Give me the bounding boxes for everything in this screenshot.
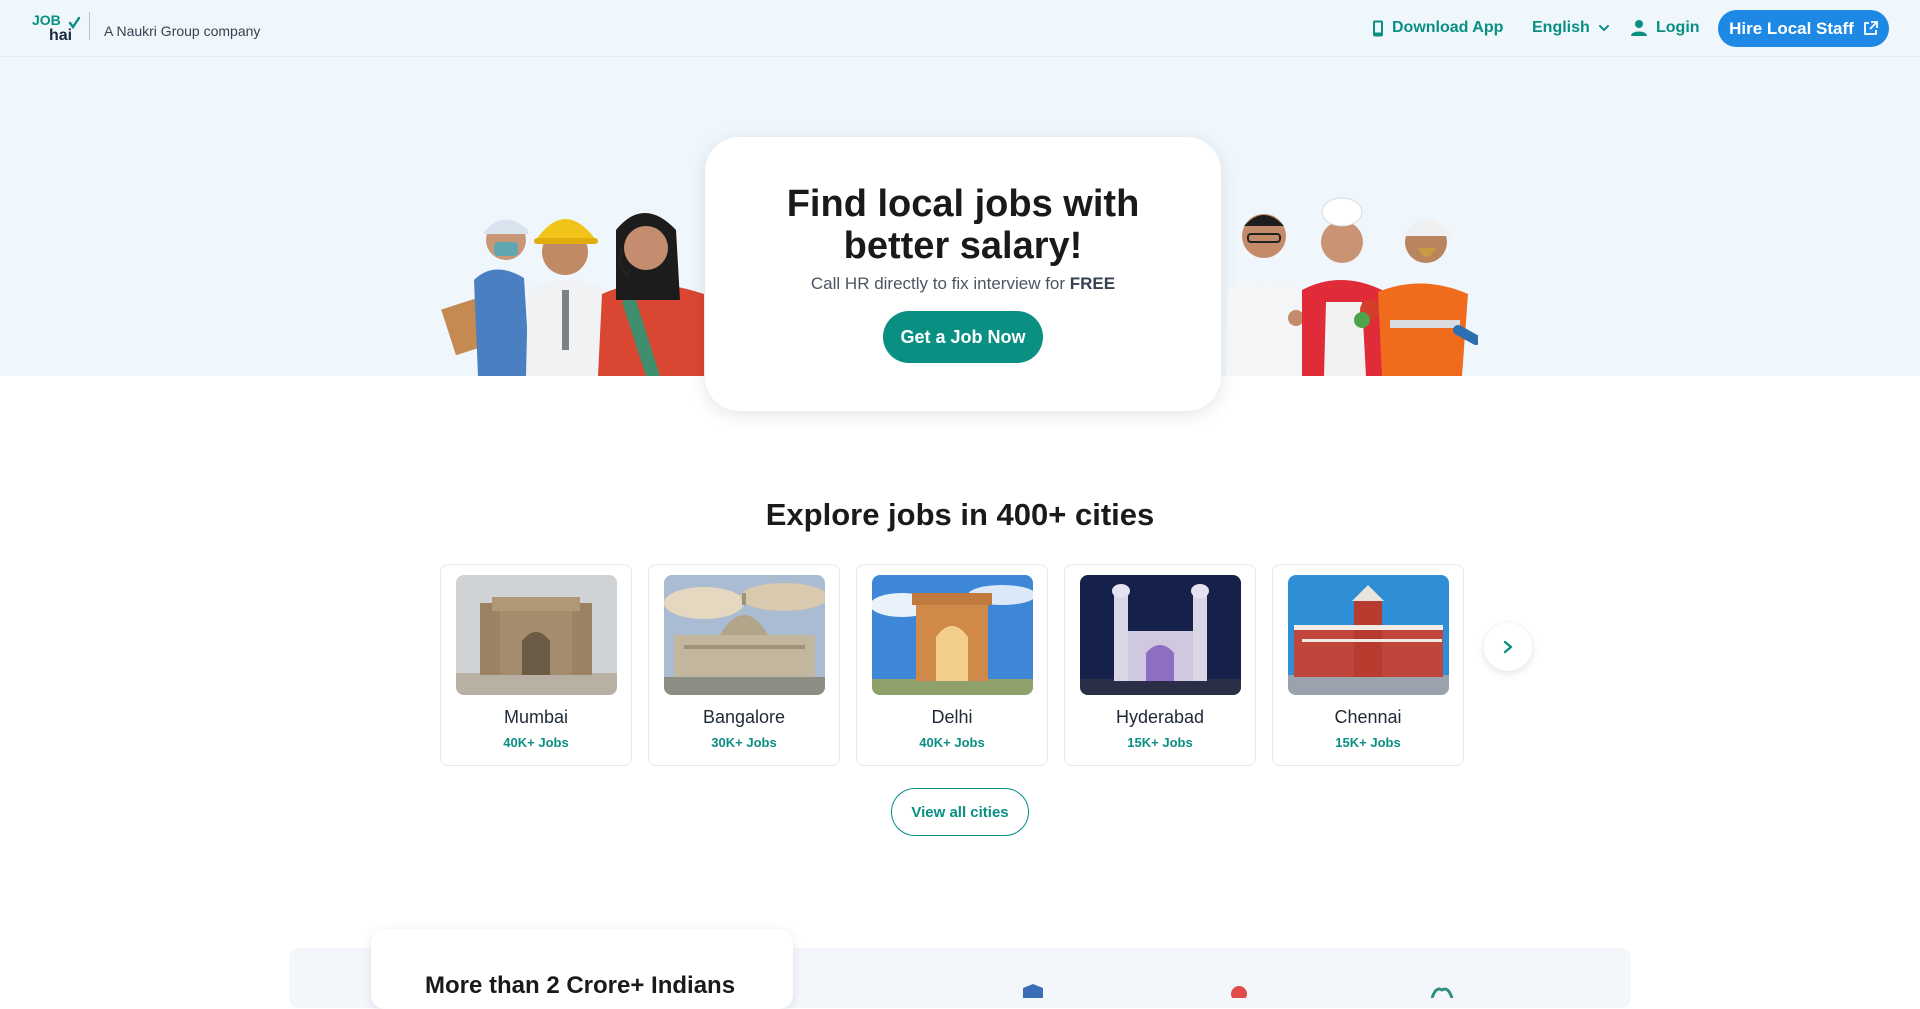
hire-local-staff-button[interactable]: Hire Local Staff — [1718, 10, 1889, 47]
city-name: Bangalore — [702, 707, 786, 727]
hero-subtitle: Call HR directly to fix interview for FR… — [705, 274, 1221, 294]
city-name: Hyderabad — [1115, 707, 1205, 727]
location-pin-icon — [1231, 986, 1247, 998]
hero-title-line-1: Find local jobs with — [786, 183, 1140, 225]
user-icon — [1631, 20, 1647, 36]
hero-card: Find local jobs with better salary! Call… — [705, 137, 1221, 411]
city-card-hyderabad[interactable]: Hyderabad 15K+ Jobs — [1064, 564, 1256, 766]
handshake-icon — [1430, 987, 1454, 998]
download-app-link[interactable]: Download App — [1372, 19, 1503, 37]
download-app-label: Download App — [1392, 19, 1504, 36]
get-a-job-now-button[interactable]: Get a Job Now — [883, 311, 1043, 363]
city-image-mumbai — [456, 575, 617, 695]
hero-subtitle-emphasis: FREE — [1069, 274, 1116, 293]
explore-cities-title: Explore jobs in 400+ cities — [765, 497, 1155, 532]
language-label: English — [1532, 19, 1590, 36]
login-label: Login — [1656, 19, 1700, 36]
city-jobs-count: 15K+ Jobs — [1335, 735, 1401, 750]
company-tagline: A Naukri Group company — [104, 23, 261, 39]
stats-title: More than 2 Crore+ Indians — [425, 972, 736, 999]
jobhai-logo[interactable]: JOB hai — [32, 11, 82, 43]
hire-button-label: Hire Local Staff — [1729, 18, 1854, 38]
city-image-delhi — [872, 575, 1033, 695]
city-card-mumbai[interactable]: Mumbai 40K+ Jobs — [440, 564, 632, 766]
stats-card: More than 2 Crore+ Indians — [371, 929, 793, 1009]
hero-title: Find local jobs with better salary! — [705, 183, 1221, 267]
view-all-cities-button[interactable]: View all cities — [891, 788, 1029, 836]
logo-text-hai: hai — [49, 27, 72, 43]
chevron-down-icon — [1598, 25, 1609, 32]
city-card-chennai[interactable]: Chennai 15K+ Jobs — [1272, 564, 1464, 766]
chevron-right-icon — [1503, 640, 1513, 654]
city-card-bangalore[interactable]: Bangalore 30K+ Jobs — [648, 564, 840, 766]
city-name: Delhi — [931, 707, 973, 727]
city-image-chennai — [1288, 575, 1449, 695]
cities-next-button[interactable] — [1484, 623, 1532, 671]
city-name: Mumbai — [503, 707, 569, 727]
hero-subtitle-text: Call HR directly to fix interview for — [810, 274, 1070, 293]
city-jobs-count: 40K+ Jobs — [503, 735, 569, 750]
city-image-hyderabad — [1080, 575, 1241, 695]
workers-illustration-right — [1226, 197, 1478, 376]
city-jobs-count: 30K+ Jobs — [711, 735, 777, 750]
hero-title-line-2: better salary! — [843, 225, 1083, 267]
city-jobs-count: 40K+ Jobs — [919, 735, 985, 750]
login-link[interactable]: Login — [1630, 19, 1700, 37]
top-header: JOB hai A Naukri Group company Download … — [0, 0, 1920, 57]
city-name: Chennai — [1334, 707, 1402, 727]
phone-icon — [1373, 20, 1383, 36]
workers-illustration-left — [441, 213, 704, 376]
shield-icon — [1023, 984, 1043, 998]
logo-divider — [89, 12, 90, 40]
city-card-delhi[interactable]: Delhi 40K+ Jobs — [856, 564, 1048, 766]
external-link-icon — [1863, 21, 1878, 35]
city-jobs-count: 15K+ Jobs — [1127, 735, 1193, 750]
language-selector[interactable]: English — [1532, 19, 1610, 37]
city-image-bangalore — [664, 575, 825, 695]
logo-text-job: JOB — [32, 12, 61, 28]
